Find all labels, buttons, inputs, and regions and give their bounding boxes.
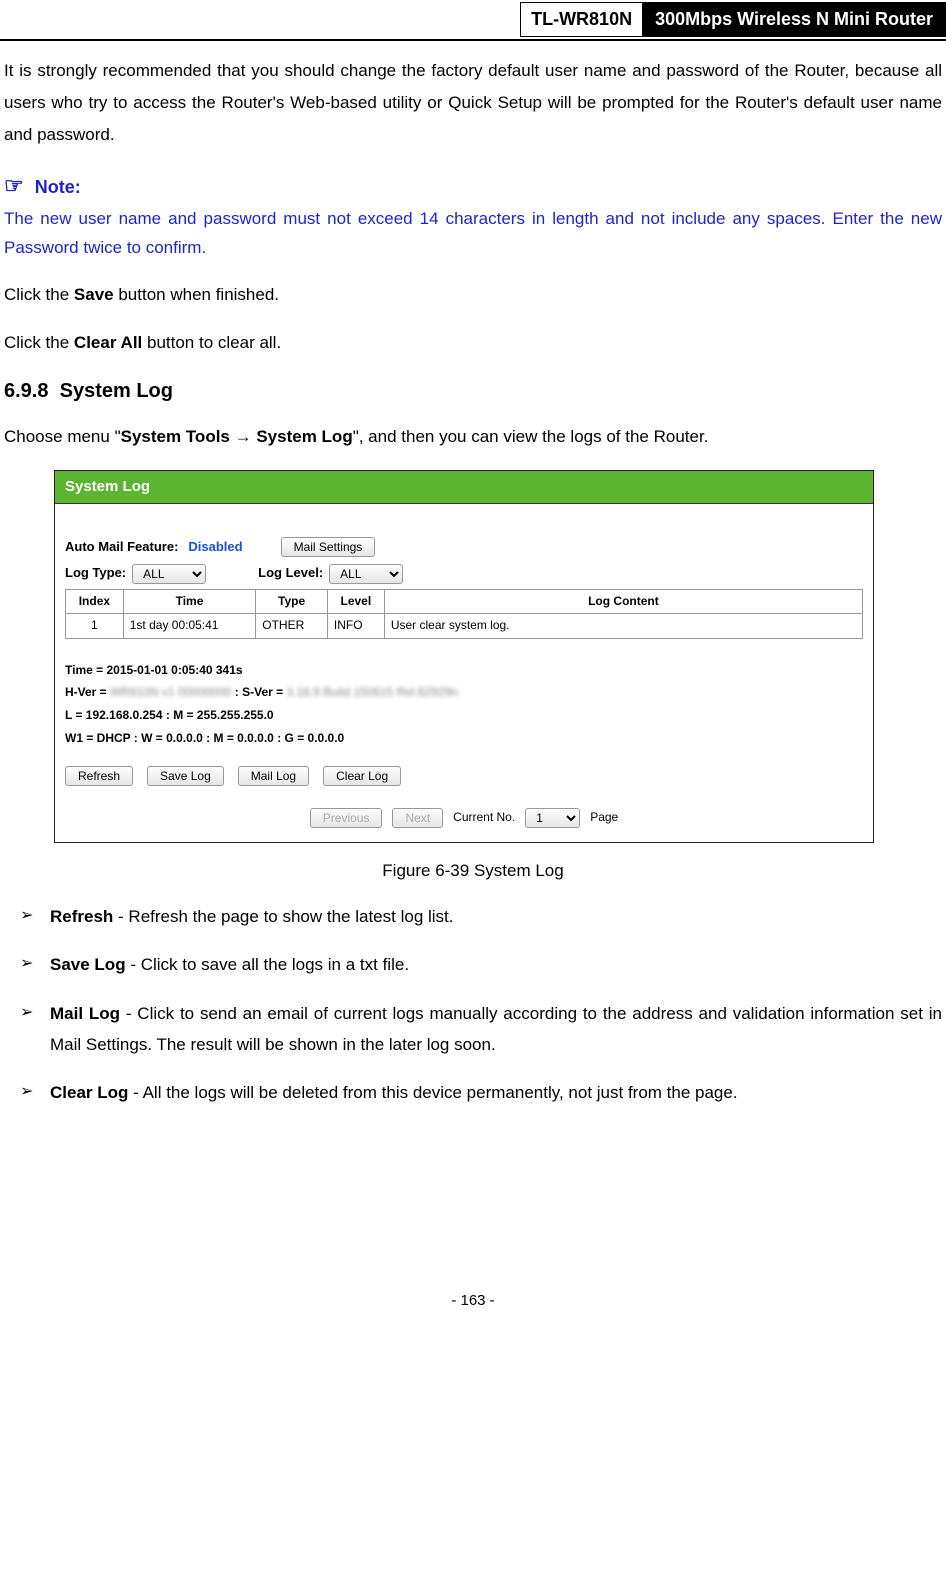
pointing-hand-icon: ☞ bbox=[4, 173, 24, 198]
panel-titlebar: System Log bbox=[55, 471, 873, 504]
bullet-mail-log: Mail Log - Click to send an email of cur… bbox=[20, 999, 942, 1060]
note-body: The new user name and password must not … bbox=[4, 205, 942, 263]
log-filter-row: Log Type: ALL Log Level: ALL bbox=[55, 560, 873, 587]
log-table-header-row: Index Time Type Level Log Content bbox=[66, 590, 863, 614]
clearall-instruction: Click the Clear All button to clear all. bbox=[4, 327, 942, 359]
refresh-button[interactable]: Refresh bbox=[65, 766, 133, 786]
info-hver: H-Ver = WR810N v1 00000000 : S-Ver = 3.1… bbox=[65, 681, 863, 704]
bullet-save-log: Save Log - Click to save all the logs in… bbox=[20, 950, 942, 981]
mail-log-button[interactable]: Mail Log bbox=[238, 766, 309, 786]
section-heading: 6.9.8 System Log bbox=[4, 375, 942, 407]
system-info-block: Time = 2015-01-01 0:05:40 341s H-Ver = W… bbox=[55, 639, 873, 764]
page-number: - 163 - bbox=[0, 1289, 946, 1333]
page-text: Page bbox=[590, 808, 618, 827]
choose-menu-line: Choose menu "System Tools → System Log",… bbox=[4, 421, 942, 453]
col-level: Level bbox=[327, 590, 384, 614]
note-heading: ☞ Note: bbox=[4, 168, 942, 203]
current-no-label: Current No. bbox=[453, 808, 515, 827]
model-desc: 300Mbps Wireless N Mini Router bbox=[643, 2, 946, 37]
page-select[interactable]: 1 bbox=[525, 808, 580, 828]
clear-log-button[interactable]: Clear Log bbox=[323, 766, 401, 786]
figure-caption: Figure 6-39 System Log bbox=[4, 857, 942, 884]
bullet-refresh: Refresh - Refresh the page to show the l… bbox=[20, 902, 942, 933]
info-time: Time = 2015-01-01 0:05:40 341s bbox=[65, 659, 863, 682]
intro-paragraph: It is strongly recommended that you shou… bbox=[4, 55, 942, 152]
info-wan: W1 = DHCP : W = 0.0.0.0 : M = 0.0.0.0 : … bbox=[65, 727, 863, 750]
col-content: Log Content bbox=[384, 590, 862, 614]
next-button[interactable]: Next bbox=[392, 808, 443, 828]
col-index: Index bbox=[66, 590, 124, 614]
info-lan: L = 192.168.0.254 : M = 255.255.255.0 bbox=[65, 704, 863, 727]
note-title: Note: bbox=[35, 177, 81, 197]
log-type-select[interactable]: ALL bbox=[132, 564, 206, 584]
pager-row: Previous Next Current No. 1 Page bbox=[55, 802, 873, 842]
log-level-label: Log Level: bbox=[258, 563, 323, 584]
col-type: Type bbox=[256, 590, 328, 614]
doc-header: TL-WR810N 300Mbps Wireless N Mini Router bbox=[0, 0, 946, 41]
auto-mail-row: Auto Mail Feature: Disabled Mail Setting… bbox=[55, 534, 873, 561]
col-time: Time bbox=[123, 590, 256, 614]
model-number: TL-WR810N bbox=[520, 2, 643, 37]
page-content: It is strongly recommended that you shou… bbox=[0, 55, 946, 1109]
log-button-row: Refresh Save Log Mail Log Clear Log bbox=[55, 764, 873, 802]
feature-bullets: Refresh - Refresh the page to show the l… bbox=[20, 902, 942, 1109]
save-log-button[interactable]: Save Log bbox=[147, 766, 224, 786]
bullet-clear-log: Clear Log - All the logs will be deleted… bbox=[20, 1078, 942, 1109]
system-log-screenshot: System Log Auto Mail Feature: Disabled M… bbox=[54, 470, 874, 843]
previous-button[interactable]: Previous bbox=[310, 808, 383, 828]
mail-settings-button[interactable]: Mail Settings bbox=[281, 537, 376, 557]
save-instruction: Click the Save button when finished. bbox=[4, 279, 942, 311]
log-table: Index Time Type Level Log Content 1 1st … bbox=[65, 589, 863, 638]
table-row: 1 1st day 00:05:41 OTHER INFO User clear… bbox=[66, 614, 863, 638]
log-type-label: Log Type: bbox=[65, 563, 126, 584]
auto-mail-label: Auto Mail Feature: bbox=[65, 537, 178, 558]
log-level-select[interactable]: ALL bbox=[329, 564, 403, 584]
auto-mail-value: Disabled bbox=[188, 537, 242, 558]
